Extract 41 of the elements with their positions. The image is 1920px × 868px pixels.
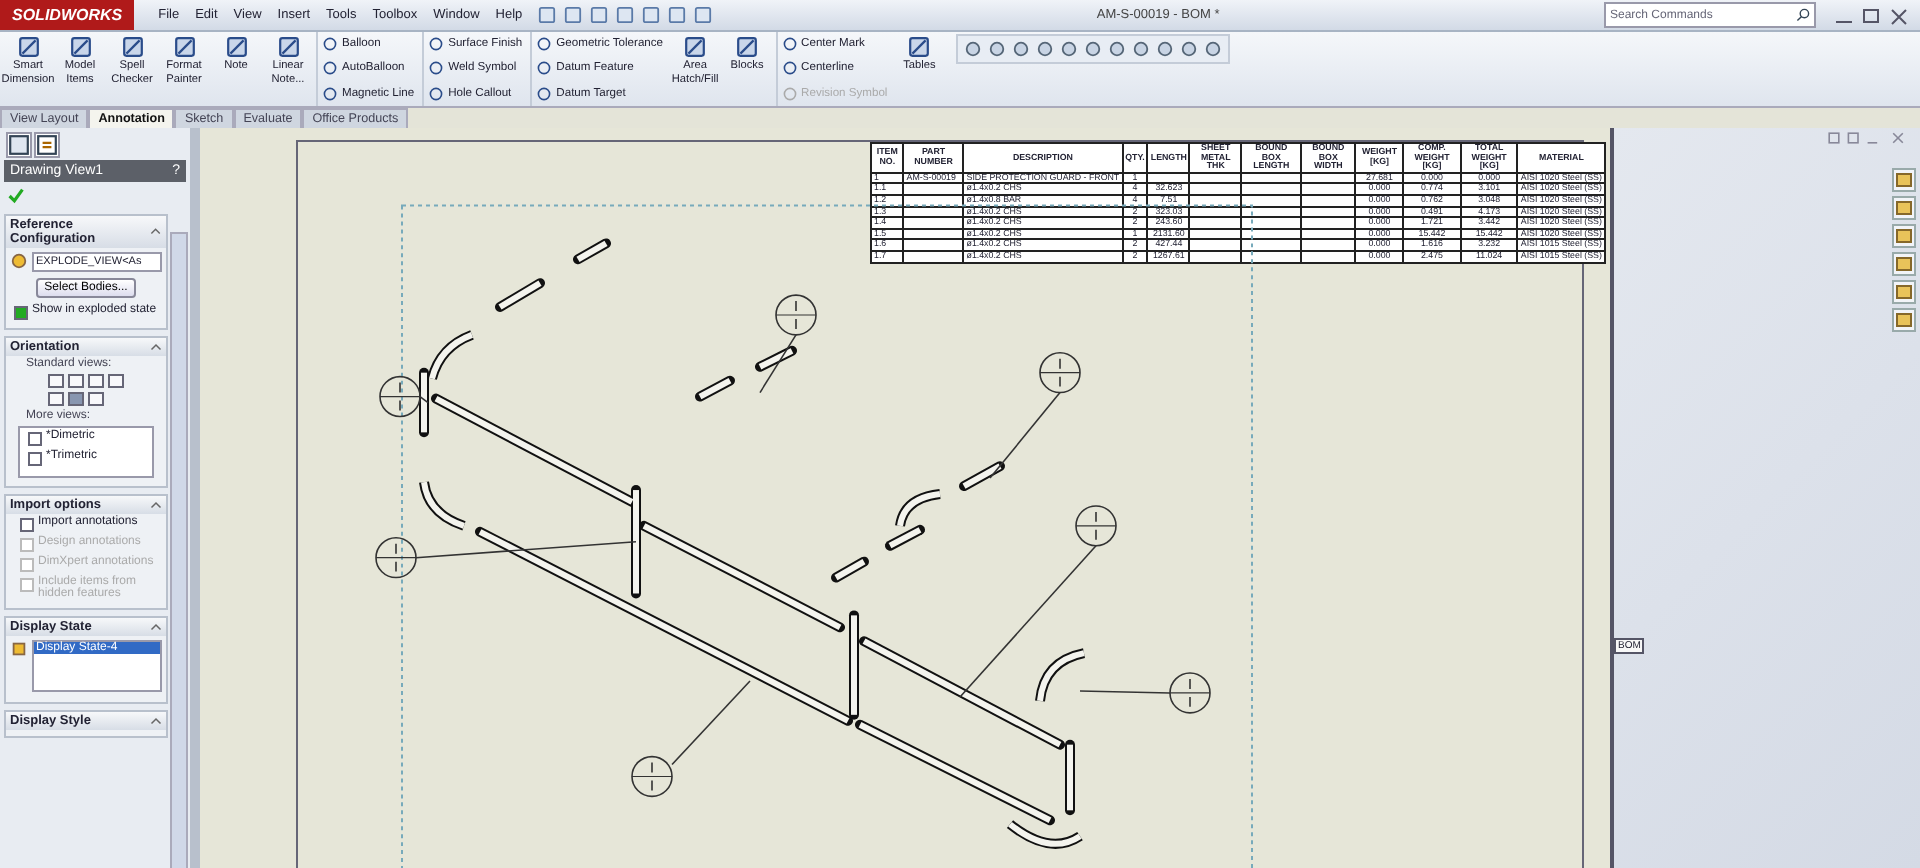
property-manager-icon[interactable] — [34, 132, 60, 158]
view-orientation-button[interactable] — [108, 374, 124, 388]
collapse-icon[interactable] — [150, 341, 162, 353]
collapse-icon[interactable] — [150, 621, 162, 633]
view-orientation-button[interactable] — [48, 392, 64, 406]
task-pane-tab-icon[interactable] — [1892, 196, 1916, 220]
checkbox[interactable] — [28, 432, 42, 446]
scrollbar[interactable] — [170, 232, 188, 868]
search-icon — [1796, 8, 1810, 22]
window-controls-icon[interactable] — [1832, 5, 1912, 25]
tool-icon — [17, 36, 39, 58]
collapse-icon[interactable] — [150, 226, 162, 238]
pipe-assembly-left-drawing[interactable] — [375, 238, 869, 798]
tool-icon — [684, 36, 707, 58]
collapse-icon[interactable] — [150, 499, 162, 511]
tool-icon — [736, 36, 759, 58]
view-orientation-button[interactable] — [88, 392, 104, 406]
tool-icon — [173, 36, 195, 58]
view-orientation-button[interactable] — [68, 374, 84, 388]
collapse-icon[interactable] — [150, 715, 162, 727]
task-pane-tab-icon[interactable] — [1892, 280, 1916, 304]
task-pane-tab-icon[interactable] — [1892, 168, 1916, 192]
tool-icon — [225, 36, 247, 58]
tool-icon — [908, 36, 931, 58]
checkbox[interactable] — [28, 452, 42, 466]
task-pane-tab-icon[interactable] — [1892, 224, 1916, 248]
task-pane-tab-icon[interactable] — [1892, 308, 1916, 332]
tool-icon — [69, 36, 91, 58]
pipe-assembly-right-drawing[interactable] — [855, 351, 1211, 849]
view-orientation-button[interactable] — [48, 374, 64, 388]
tool-icon — [121, 36, 143, 58]
tool-icon — [277, 36, 299, 58]
checkbox[interactable] — [20, 518, 34, 532]
configuration-icon — [10, 252, 28, 270]
view-orientation-button[interactable] — [88, 374, 104, 388]
app-logo: SOLIDWORKS — [0, 0, 135, 30]
checkmark-icon[interactable] — [8, 188, 24, 204]
feature-tree-icon[interactable] — [6, 132, 32, 158]
checkbox[interactable] — [14, 306, 28, 320]
display-state-icon — [10, 640, 28, 658]
task-pane-tab-icon[interactable] — [1892, 252, 1916, 276]
